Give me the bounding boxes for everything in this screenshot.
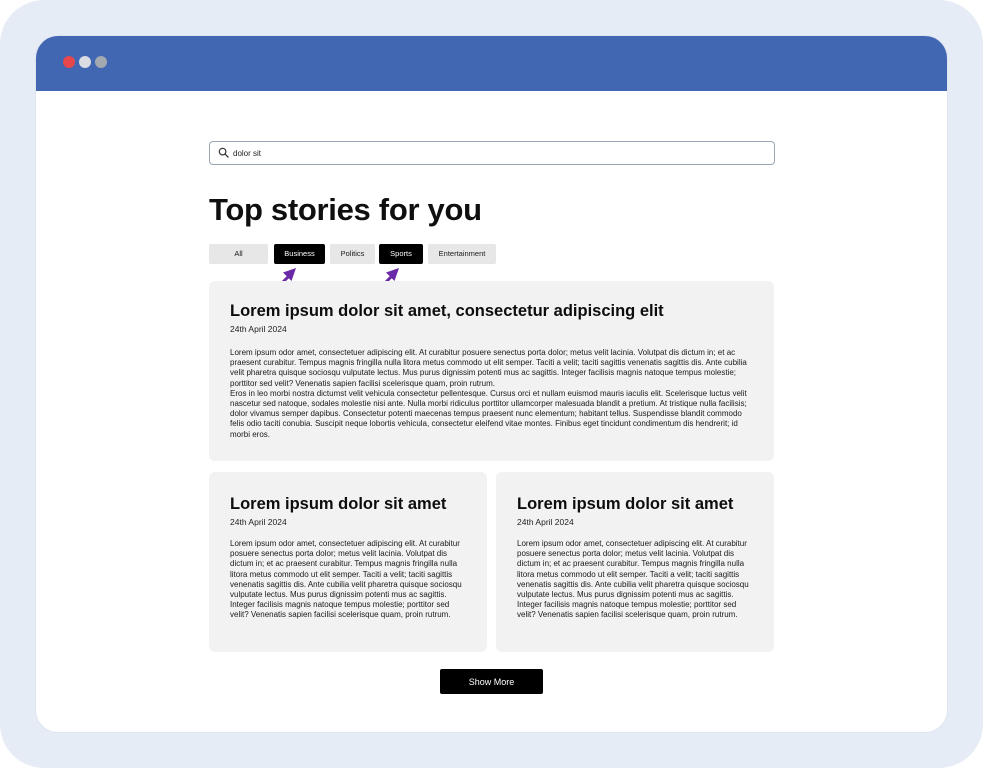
search-icon bbox=[218, 147, 229, 158]
story-title: Lorem ipsum dolor sit amet bbox=[230, 495, 447, 513]
filter-sports[interactable]: Sports bbox=[379, 244, 423, 264]
browser-window: Top stories for you All Business Politic… bbox=[36, 36, 947, 732]
story-body: Lorem ipsum odor amet, consectetuer adip… bbox=[230, 348, 752, 440]
story-date: 24th April 2024 bbox=[230, 517, 287, 527]
story-card[interactable]: Lorem ipsum dolor sit amet 24th April 20… bbox=[209, 472, 487, 652]
story-title: Lorem ipsum dolor sit amet, consectetur … bbox=[230, 302, 664, 320]
show-more-button[interactable]: Show More bbox=[440, 669, 543, 694]
filter-all[interactable]: All bbox=[209, 244, 268, 264]
story-paragraph: Lorem ipsum odor amet, consectetuer adip… bbox=[230, 348, 747, 388]
featured-story-card[interactable]: Lorem ipsum dolor sit amet, consectetur … bbox=[209, 281, 774, 461]
story-date: 24th April 2024 bbox=[230, 324, 287, 334]
search-bar[interactable] bbox=[209, 141, 775, 165]
story-title: Lorem ipsum dolor sit amet bbox=[517, 495, 734, 513]
search-input[interactable] bbox=[233, 144, 753, 162]
story-body: Lorem ipsum odor amet, consectetuer adip… bbox=[230, 539, 462, 620]
page-title: Top stories for you bbox=[209, 192, 482, 227]
window-maximize-button[interactable] bbox=[95, 56, 107, 68]
filter-politics[interactable]: Politics bbox=[330, 244, 375, 264]
filter-entertainment[interactable]: Entertainment bbox=[428, 244, 496, 264]
title-bar bbox=[36, 36, 947, 91]
story-paragraph: Eros in leo morbi nostra dictumst velit … bbox=[230, 388, 747, 439]
story-body: Lorem ipsum odor amet, consectetuer adip… bbox=[517, 539, 749, 620]
filter-business[interactable]: Business bbox=[274, 244, 325, 264]
window-close-button[interactable] bbox=[63, 56, 75, 68]
story-card[interactable]: Lorem ipsum dolor sit amet 24th April 20… bbox=[496, 472, 774, 652]
story-date: 24th April 2024 bbox=[517, 517, 574, 527]
window-minimize-button[interactable] bbox=[79, 56, 91, 68]
